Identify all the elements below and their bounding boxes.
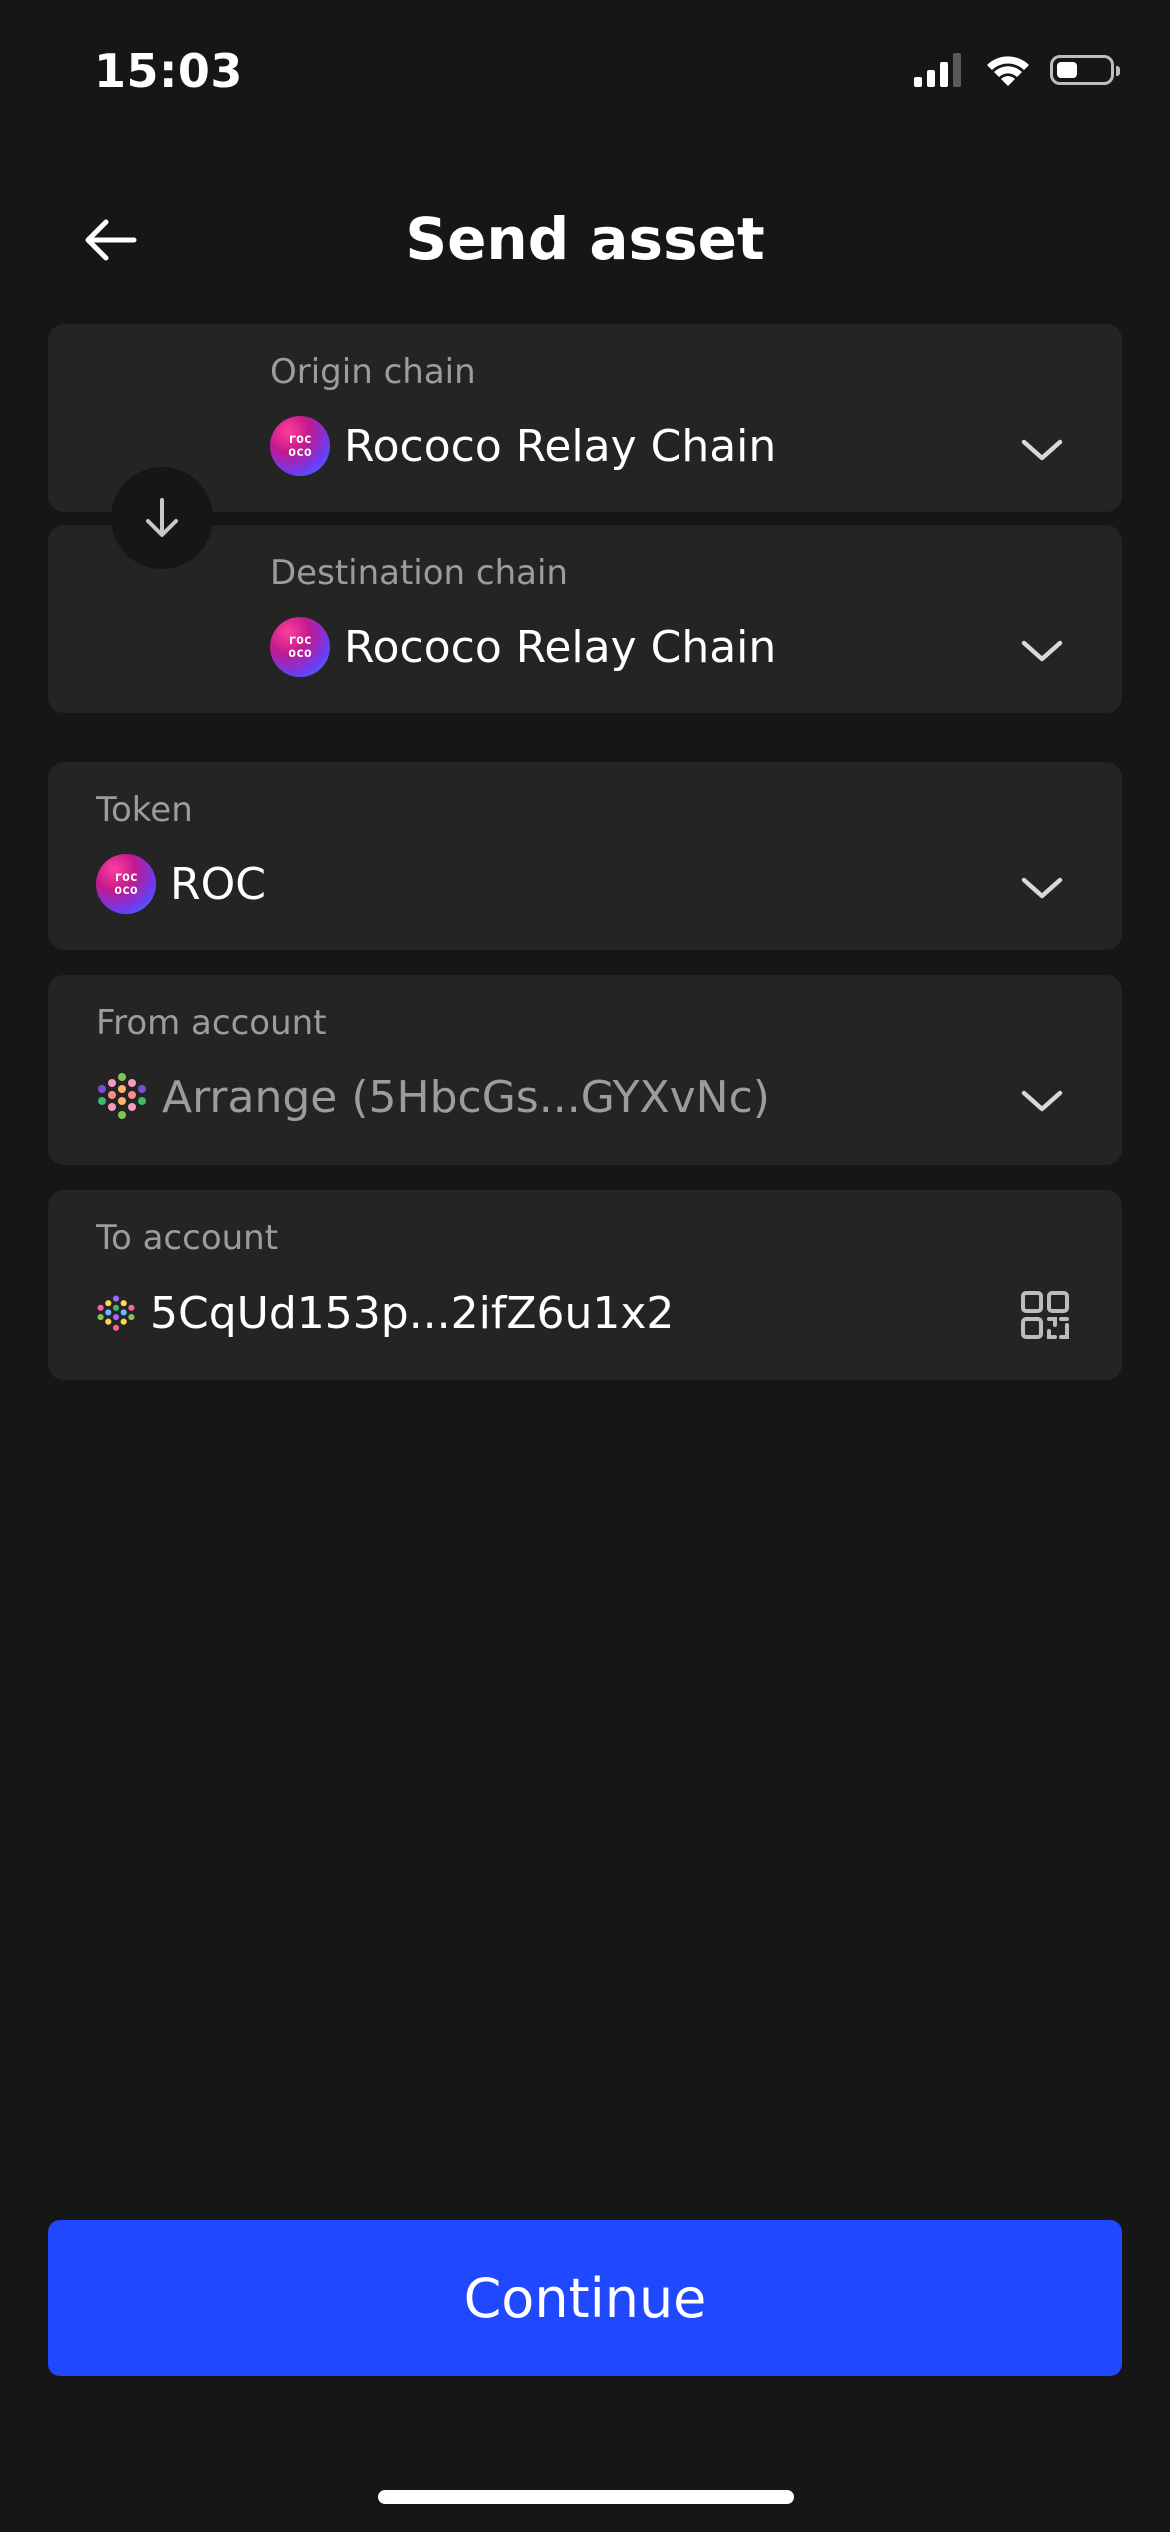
origin-chain-value: roc oco Rococo Relay Chain bbox=[270, 416, 776, 476]
destination-chain-value: roc oco Rococo Relay Chain bbox=[270, 617, 776, 677]
qr-code-icon[interactable] bbox=[1020, 1290, 1070, 1340]
home-indicator[interactable] bbox=[378, 2490, 794, 2504]
to-account-field[interactable]: To account 5CqUd153p...2ifZ6u1x2 bbox=[48, 1190, 1122, 1380]
from-account-label: From account bbox=[96, 1003, 327, 1043]
wifi-icon bbox=[987, 56, 1029, 86]
chain-icon-text-bottom: oco bbox=[288, 445, 312, 460]
from-account-selector[interactable]: From account Arrange (5HbcGs...GYXvNc) bbox=[48, 975, 1122, 1165]
rococo-chain-icon: roc oco bbox=[270, 617, 330, 677]
chevron-down-icon bbox=[1021, 439, 1063, 461]
token-label: Token bbox=[96, 790, 193, 830]
chevron-down-icon bbox=[1021, 877, 1063, 899]
account-identicon bbox=[97, 1295, 135, 1331]
continue-button[interactable]: Continue bbox=[48, 2220, 1122, 2376]
token-value: roc oco ROC bbox=[96, 854, 266, 914]
from-account-value: Arrange (5HbcGs...GYXvNc) bbox=[96, 1071, 770, 1123]
arrow-down-icon bbox=[146, 498, 178, 537]
rococo-chain-icon: roc oco bbox=[270, 416, 330, 476]
destination-chain-name: Rococo Relay Chain bbox=[344, 621, 777, 673]
swap-chains-button[interactable] bbox=[111, 467, 213, 569]
origin-chain-selector[interactable]: Origin chain roc oco Rococo Relay Chain bbox=[48, 324, 1122, 512]
to-account-value: 5CqUd153p...2ifZ6u1x2 bbox=[96, 1288, 674, 1339]
chevron-down-icon bbox=[1021, 640, 1063, 662]
token-symbol: ROC bbox=[170, 858, 266, 910]
account-identicon bbox=[98, 1073, 146, 1119]
status-time: 15:03 bbox=[94, 44, 243, 98]
chevron-down-icon bbox=[1021, 1090, 1063, 1112]
battery-icon bbox=[1050, 55, 1120, 85]
page-title: Send asset bbox=[405, 205, 765, 273]
status-icons bbox=[914, 52, 1120, 88]
destination-chain-label: Destination chain bbox=[270, 553, 568, 593]
destination-chain-selector[interactable]: Destination chain roc oco Rococo Relay C… bbox=[48, 525, 1122, 713]
cellular-signal-icon bbox=[914, 53, 961, 87]
roc-token-icon: roc oco bbox=[96, 854, 156, 914]
origin-chain-name: Rococo Relay Chain bbox=[344, 420, 777, 472]
origin-chain-label: Origin chain bbox=[270, 352, 476, 392]
to-account-address: 5CqUd153p...2ifZ6u1x2 bbox=[150, 1288, 675, 1339]
to-account-label: To account bbox=[96, 1218, 279, 1258]
chain-icon-text-bottom: oco bbox=[288, 646, 312, 661]
from-account-name: Arrange (5HbcGs...GYXvNc) bbox=[162, 1071, 770, 1123]
token-selector[interactable]: Token roc oco ROC bbox=[48, 762, 1122, 950]
token-icon-text-bottom: oco bbox=[114, 883, 138, 898]
